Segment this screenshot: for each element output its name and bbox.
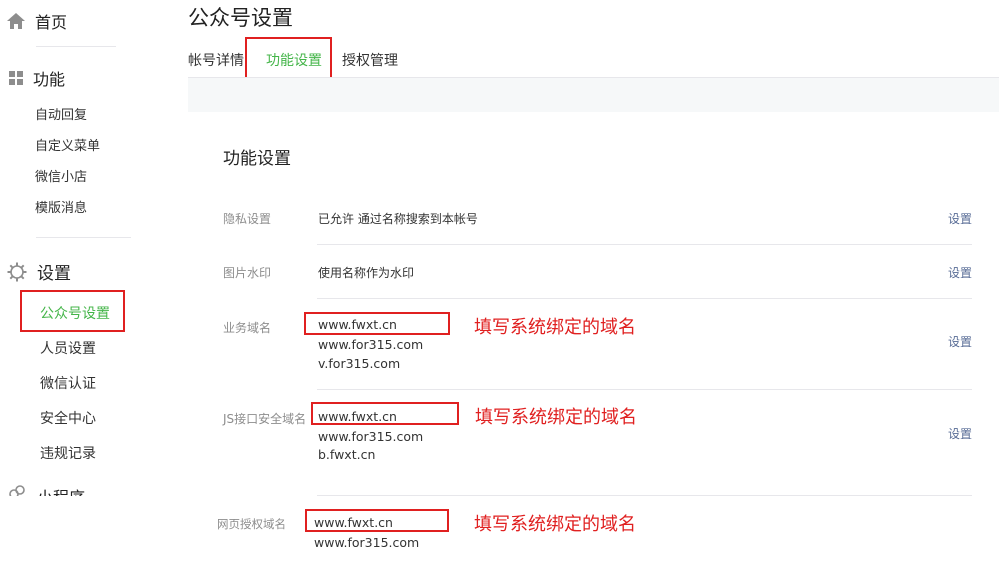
grid-icon — [9, 71, 23, 85]
row-label-privacy: 隐私设置 — [223, 212, 272, 226]
business-domain-settings-link[interactable]: 设置 — [948, 333, 972, 350]
row-divider — [317, 389, 972, 390]
sidebar-item-staff-settings[interactable]: 人员设置 — [40, 338, 96, 358]
row-value-privacy: 已允许 通过名称搜索到本帐号 — [318, 212, 478, 226]
content-gap — [188, 78, 999, 112]
sidebar-item-home[interactable]: 首页 — [7, 9, 67, 33]
sidebar-divider — [36, 46, 116, 47]
sidebar-section-miniprogram[interactable]: 小程序 — [7, 482, 85, 496]
sidebar-item-auto-reply[interactable]: 自动回复 — [35, 104, 87, 123]
row-divider — [317, 298, 972, 299]
sidebar-section-function-label: 功能 — [33, 70, 66, 89]
row-label-oauth-domain: 网页授权域名 — [217, 517, 286, 531]
js-domain-settings-link[interactable]: 设置 — [948, 425, 972, 442]
row-value-watermark: 使用名称作为水印 — [318, 266, 415, 280]
sidebar-item-security-center[interactable]: 安全中心 — [40, 408, 96, 428]
annotation-text: 填写系统绑定的域名 — [475, 407, 637, 428]
domain-item: b.fwxt.cn — [318, 447, 376, 462]
highlight-box-domain — [311, 402, 459, 425]
sidebar-section-settings[interactable]: 设置 — [7, 259, 71, 284]
highlight-box-domain — [304, 312, 450, 335]
sidebar-section-settings-label: 设置 — [37, 264, 71, 284]
sidebar-item-home-label: 首页 — [35, 13, 68, 32]
sidebar-section-function[interactable]: 功能 — [9, 66, 65, 90]
section-title: 功能设置 — [223, 149, 291, 169]
sidebar-divider — [36, 237, 131, 238]
highlight-box-domain — [305, 509, 449, 532]
sidebar-item-custom-menu[interactable]: 自定义菜单 — [35, 135, 100, 154]
sidebar-item-wechat-verify[interactable]: 微信认证 — [40, 373, 96, 393]
domain-item: www.for315.com — [318, 429, 424, 444]
page-title: 公众号设置 — [188, 6, 293, 30]
annotation-text: 填写系统绑定的域名 — [474, 514, 636, 535]
domain-item: v.for315.com — [318, 356, 401, 371]
domain-item: www.for315.com — [318, 337, 424, 352]
row-divider — [317, 244, 972, 245]
watermark-settings-link[interactable]: 设置 — [948, 264, 972, 281]
sidebar-item-template-msg[interactable]: 模版消息 — [35, 197, 87, 216]
sidebar-item-wechat-store[interactable]: 微信小店 — [35, 166, 87, 185]
miniprogram-icon — [9, 485, 25, 496]
sidebar-section-miniprogram-label: 小程序 — [37, 484, 85, 496]
home-icon — [7, 13, 25, 29]
annotation-text: 填写系统绑定的域名 — [474, 317, 636, 338]
row-label-watermark: 图片水印 — [223, 266, 272, 280]
domain-item: www.for315.com — [314, 535, 420, 550]
privacy-settings-link[interactable]: 设置 — [948, 210, 972, 227]
row-label-business-domain: 业务域名 — [223, 321, 272, 335]
row-label-js-domain: JS接口安全域名 — [223, 412, 307, 426]
sidebar-item-violation-records[interactable]: 违规记录 — [40, 443, 96, 463]
sidebar: 首页 功能 自动回复 自定义菜单 微信小店 模版消息 设置 公众号设置 人员设置… — [0, 0, 188, 496]
highlight-box-sidebar — [20, 290, 125, 332]
gear-icon — [7, 262, 27, 281]
